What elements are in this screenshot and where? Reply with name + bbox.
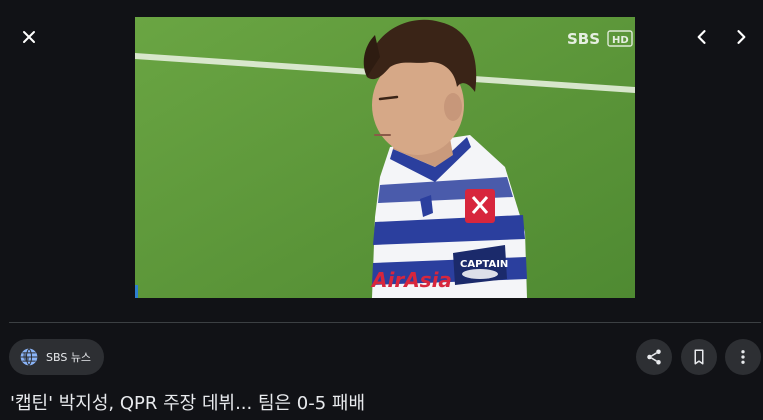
- more-options-button[interactable]: [725, 339, 761, 375]
- football-player-photo: SBS HD AirAsia CAPTAIN: [135, 17, 635, 298]
- next-button[interactable]: [723, 19, 759, 55]
- share-icon: [647, 349, 661, 365]
- more-vert-icon: [741, 350, 745, 364]
- chevron-left-icon: [697, 30, 706, 44]
- main-image[interactable]: SBS HD AirAsia CAPTAIN: [135, 17, 635, 298]
- watermark-sbs: SBS: [567, 30, 600, 48]
- image-viewer: SBS HD AirAsia CAPTAIN SBS 뉴스 '캡틴' 박지성, …: [0, 0, 763, 420]
- source-name: SBS 뉴스: [46, 351, 92, 364]
- chevron-right-icon: [737, 30, 746, 44]
- globe-icon: [19, 347, 39, 367]
- save-button[interactable]: [681, 339, 717, 375]
- previous-button[interactable]: [684, 19, 720, 55]
- close-button[interactable]: [11, 19, 47, 55]
- sponsor-logo-text: AirAsia: [370, 268, 452, 292]
- share-button[interactable]: [636, 339, 672, 375]
- divider: [9, 322, 761, 323]
- source-chip[interactable]: SBS 뉴스: [9, 339, 105, 375]
- image-caption[interactable]: '캡틴' 박지성, QPR 주장 데뷔... 팀은 0-5 패배: [10, 389, 750, 415]
- svg-text:HD: HD: [612, 35, 629, 46]
- close-icon: [23, 31, 35, 43]
- armband-text: CAPTAIN: [460, 259, 508, 270]
- bookmark-icon: [694, 349, 704, 365]
